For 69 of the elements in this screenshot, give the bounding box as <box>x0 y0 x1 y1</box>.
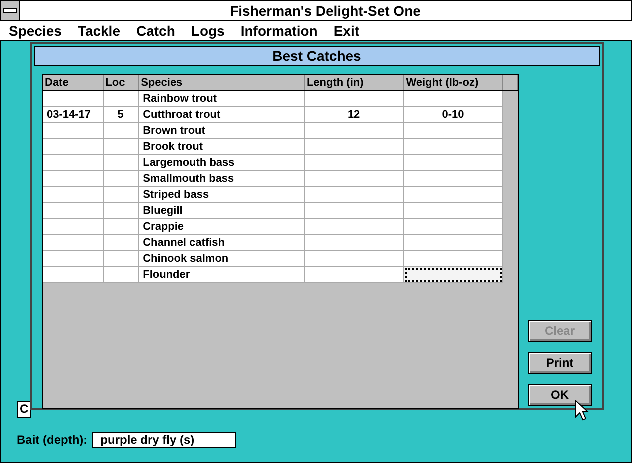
menu-item[interactable]: Information <box>240 22 318 38</box>
table-cell <box>43 90 104 106</box>
menu-item[interactable]: Tackle <box>78 22 120 38</box>
table-cell[interactable]: 0-10 <box>404 106 503 122</box>
table-cell[interactable] <box>404 186 503 202</box>
menu-item[interactable]: Exit <box>334 22 360 38</box>
table-cell <box>103 266 139 282</box>
table-cell <box>43 218 104 234</box>
table-cell <box>103 90 139 106</box>
table-cell <box>43 170 104 186</box>
table-cell <box>103 202 139 218</box>
column-header: Date <box>43 75 104 90</box>
table-cell[interactable] <box>404 202 503 218</box>
table-cell: Crappie <box>138 218 304 234</box>
table-cell[interactable] <box>404 90 503 106</box>
table-cell: Flounder <box>138 266 304 282</box>
table-cell: Smallmouth bass <box>138 170 304 186</box>
dialog-title: Best Catches <box>34 46 600 66</box>
table-cell <box>103 250 139 266</box>
table-cell[interactable] <box>404 218 503 234</box>
dialog-button[interactable]: Print <box>528 352 592 374</box>
mouse-cursor-icon <box>575 400 589 422</box>
table-cell <box>43 154 104 170</box>
table-cell: Chinook salmon <box>138 250 304 266</box>
menu-item[interactable]: Catch <box>136 22 176 38</box>
table-cell[interactable] <box>404 250 503 266</box>
menu-item[interactable]: Species <box>9 22 62 38</box>
table-cell <box>43 234 104 250</box>
table-cell: Channel catfish <box>138 234 304 250</box>
table-cell: Brook trout <box>138 138 304 154</box>
table-cell <box>43 266 104 282</box>
table-cell <box>103 170 139 186</box>
table-cell[interactable] <box>404 138 503 154</box>
table-cell <box>103 186 139 202</box>
table-cell <box>103 218 139 234</box>
menu-item[interactable]: Logs <box>191 22 225 38</box>
table-cell <box>43 138 104 154</box>
dialog-button[interactable]: OK <box>528 384 592 406</box>
clipped-field[interactable]: C <box>17 401 31 418</box>
table-cell[interactable] <box>404 170 503 186</box>
table-cell: Rainbow trout <box>138 90 304 106</box>
table-cell <box>103 122 139 138</box>
window-title: Fisherman's Delight-Set One <box>229 2 422 18</box>
table-cell: Brown trout <box>138 122 304 138</box>
table-cell[interactable] <box>404 234 503 250</box>
system-menu-button[interactable] <box>1 1 20 20</box>
table-cell <box>43 250 104 266</box>
table-cell <box>43 202 104 218</box>
column-header: Loc <box>103 75 139 90</box>
table-cell[interactable] <box>404 266 503 282</box>
table-cell: Striped bass <box>138 186 304 202</box>
table-cell[interactable] <box>404 154 503 170</box>
column-header: Weight (lb-oz) <box>404 75 503 90</box>
table-cell: Bluegill <box>138 202 304 218</box>
table-cell[interactable] <box>404 122 503 138</box>
column-header: Species <box>138 75 304 90</box>
table-cell: 03-14-17 <box>43 106 104 122</box>
column-header: Length (in) <box>304 75 404 90</box>
table-cell: 5 <box>103 106 139 122</box>
table-cell: Cutthroat trout <box>138 106 304 122</box>
bait-field[interactable]: purple dry fly (s) <box>92 432 236 448</box>
bait-label: Bait (depth): <box>17 433 88 447</box>
table-cell <box>43 122 104 138</box>
table-cell: 12 <box>304 106 404 122</box>
table-cell <box>103 138 139 154</box>
table-cell <box>43 186 104 202</box>
table-cell: Largemouth bass <box>138 154 304 170</box>
table-cell <box>103 154 139 170</box>
table-cell <box>103 234 139 250</box>
